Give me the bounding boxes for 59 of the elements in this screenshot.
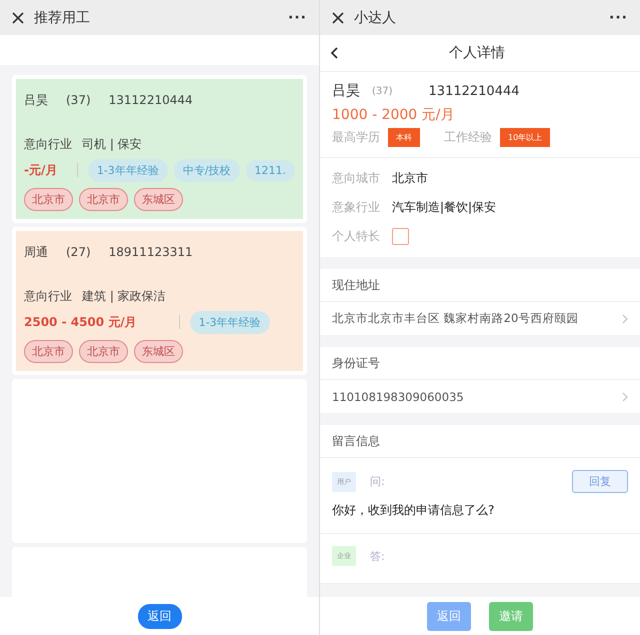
section-heading: 现住地址 (320, 269, 640, 302)
window-title: 小达人 (354, 8, 397, 26)
worker-name: 周通 (24, 244, 48, 260)
section-heading: 身份证号 (320, 347, 640, 380)
back-button[interactable]: 返回 (138, 604, 182, 628)
detail-row[interactable]: 110108198309060035 (320, 380, 640, 413)
location-tag: 北京市 (79, 340, 128, 362)
person-phone: 13112210444 (428, 84, 520, 98)
chevron-right-icon (622, 314, 628, 324)
experience-tag: 10年以上 (500, 128, 550, 147)
more-menu[interactable]: ··· (609, 10, 628, 26)
location-tag: 北京市 (79, 188, 128, 210)
education-tag: 本科 (388, 128, 420, 147)
chevron-right-icon (622, 392, 628, 402)
field-label: 意向城市 (332, 170, 380, 187)
experience-label: 工作经验 (444, 129, 492, 146)
location-tag: 北京市 (24, 340, 73, 362)
section-heading: 留言信息 (320, 425, 640, 458)
industry-value: 司机 | 保安 (82, 136, 142, 152)
worker-name: 吕昊 (24, 92, 48, 108)
industry-label: 意向行业 (24, 288, 72, 304)
industry-value: 建筑 | 家政保洁 (82, 288, 166, 304)
education-label: 最高学历 (332, 129, 380, 146)
worker-age: (37) (66, 93, 91, 107)
salary: -元/月 (24, 162, 58, 178)
location-tag: 东城区 (134, 188, 183, 210)
close-icon[interactable] (12, 12, 24, 24)
field-label: 个人特长 (332, 228, 380, 245)
field-value: 汽车制造|餐饮|保安 (392, 199, 496, 216)
info-chip: 1-3年年经验 (190, 310, 270, 334)
field-label: 意象行业 (332, 199, 380, 216)
detail-value: 北京市北京市丰台区 魏家村南路20号西府颐园 (332, 311, 578, 326)
more-menu[interactable]: ··· (288, 10, 307, 26)
back-icon[interactable] (330, 47, 338, 59)
salary: 2500 - 4500 元/月 (24, 314, 137, 330)
worker-age: (27) (66, 245, 91, 259)
person-age: (37) (372, 86, 393, 96)
message-label: 问: (370, 474, 385, 489)
window-title: 推荐用工 (34, 8, 91, 26)
close-icon[interactable] (332, 12, 344, 24)
message-text: 你好，收到我的申请信息了么? (332, 503, 494, 517)
worker-card[interactable]: 周通 (27) 18911123311 意向行业 建筑 | 家政保洁 2500 - 4500 元/月 1-3年年经验 北京市 北京市 东城区 (16, 231, 303, 371)
info-chip: 1211. (246, 160, 295, 180)
worker-card[interactable]: 吕昊 (37) 13112210444 意向行业 司机 | 保安 -元/月 1-3年年经验 中专/技校 1211. 北京市 北京市 东城区 (16, 79, 303, 219)
field-value: 北京市 (392, 170, 428, 187)
detail-value: 110108198309060035 (332, 390, 464, 404)
worker-phone: 13112210444 (108, 93, 193, 107)
info-chip: 中专/技校 (174, 158, 240, 182)
location-tag: 东城区 (134, 340, 183, 362)
page-title: 个人详情 (448, 44, 506, 62)
message-label: 答: (370, 548, 385, 564)
detail-row[interactable]: 北京市北京市丰台区 魏家村南路20号西府颐园 (320, 302, 640, 335)
salary: 1000 - 2000 元/月 (332, 106, 456, 124)
checkbox[interactable] (392, 228, 409, 245)
worker-phone: 18911123311 (108, 245, 193, 259)
location-tag: 北京市 (24, 188, 73, 210)
person-name: 吕昊 (332, 82, 360, 100)
industry-label: 意向行业 (24, 136, 72, 152)
info-chip: 1-3年年经验 (88, 158, 168, 182)
